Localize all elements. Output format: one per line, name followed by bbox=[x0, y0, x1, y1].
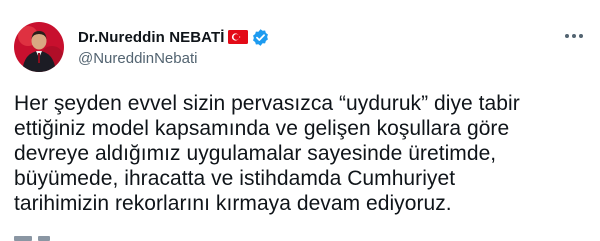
tweet-text: Her şeyden evvel sizin pervasızca “uydur… bbox=[14, 91, 589, 216]
tweet-text-line: tarihimizin rekorlarını kırmaya devam ed… bbox=[14, 192, 452, 215]
more-options-button[interactable] bbox=[562, 26, 586, 46]
author-names: Dr.Nureddin NEBATİ @NureddinNebati bbox=[78, 22, 270, 67]
name-row: Dr.Nureddin NEBATİ bbox=[78, 27, 270, 47]
tweet-card: Dr.Nureddin NEBATİ @NureddinNebati Her ş… bbox=[0, 0, 600, 241]
tweet-text-line: büyümede, ihracatta ve istihdamda Cumhur… bbox=[14, 167, 456, 190]
avatar[interactable] bbox=[14, 22, 64, 72]
verified-badge-icon bbox=[251, 28, 270, 47]
tweet-text-line: Her şeyden evvel sizin pervasızca “uydur… bbox=[14, 92, 520, 115]
cut-off-fragment bbox=[14, 236, 32, 241]
cut-off-fragment bbox=[38, 236, 50, 241]
tweet-text-line: ettiğiniz model kapsamında ve gelişen ko… bbox=[14, 117, 510, 140]
tweet-header: Dr.Nureddin NEBATİ @NureddinNebati bbox=[14, 22, 586, 72]
author-handle[interactable]: @NureddinNebati bbox=[78, 50, 270, 67]
more-options-icon bbox=[565, 34, 583, 38]
tweet-text-line: devreye aldığımız uygulamalar sayesinde … bbox=[14, 142, 497, 165]
avatar-photo bbox=[14, 22, 64, 72]
display-name[interactable]: Dr.Nureddin NEBATİ bbox=[78, 29, 225, 46]
turkey-flag-icon bbox=[227, 30, 248, 44]
cut-off-content bbox=[14, 236, 50, 241]
